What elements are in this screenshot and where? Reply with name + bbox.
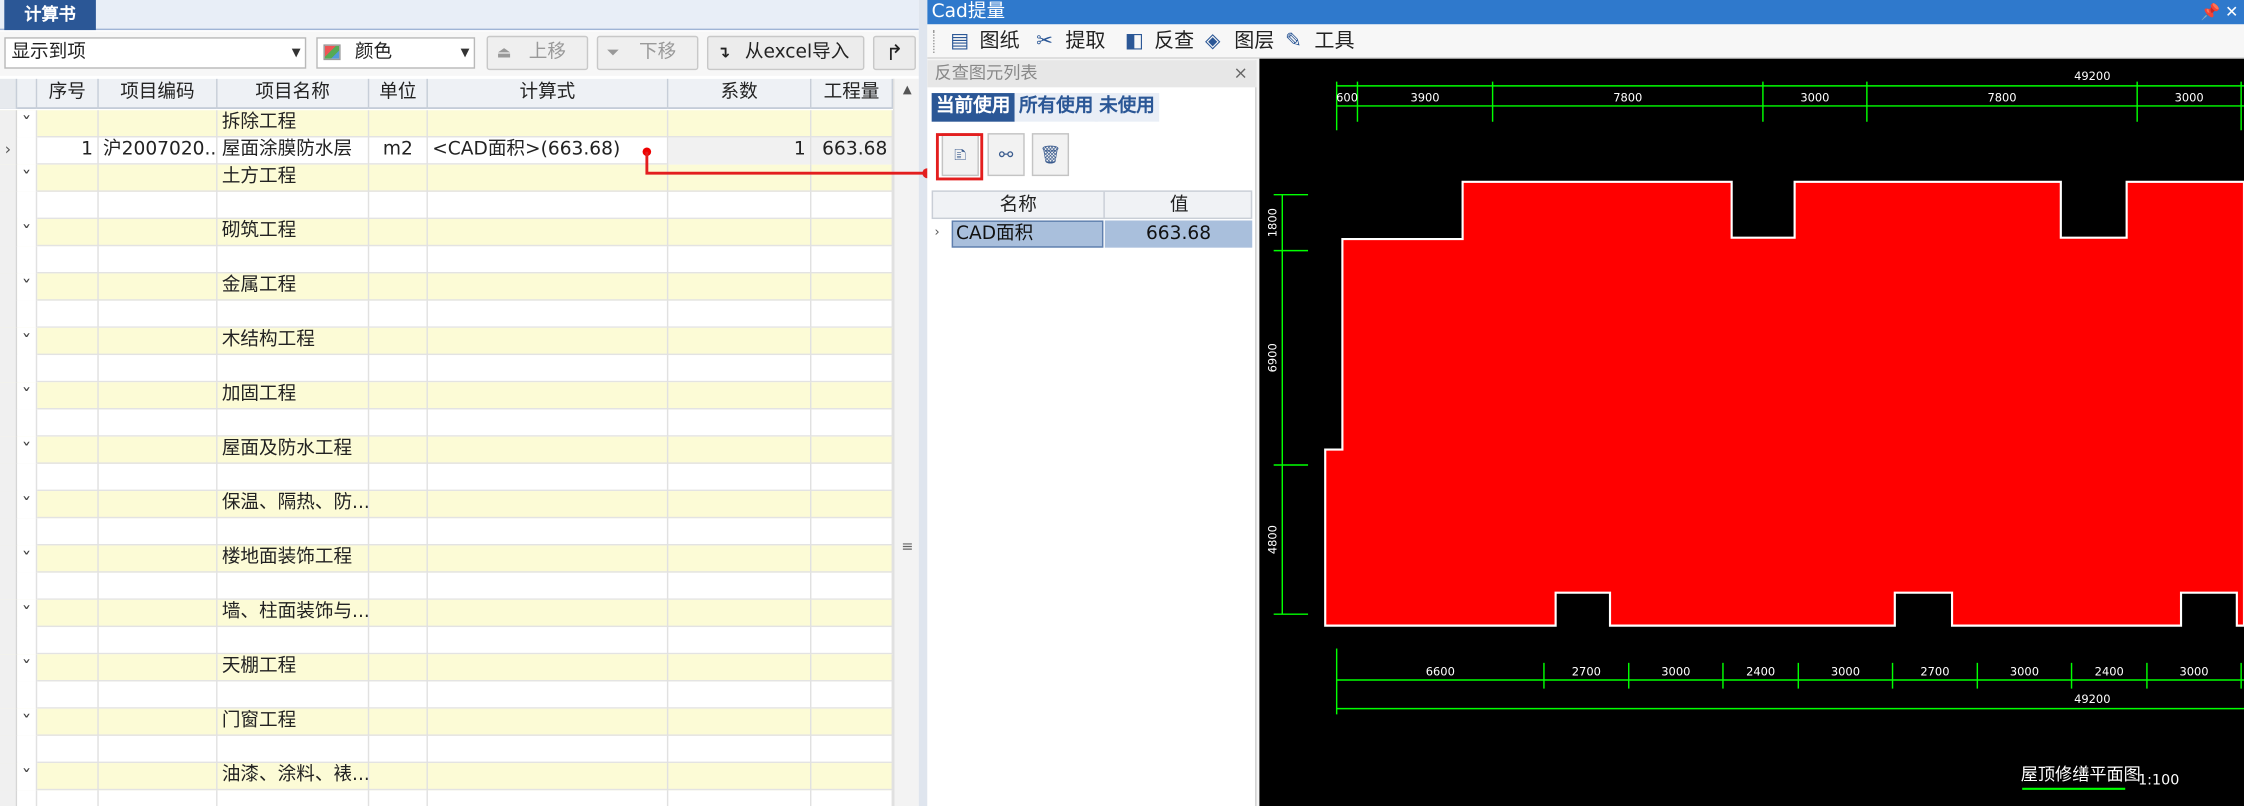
cad-window-title: Cad提量 [931, 1, 1006, 23]
tool-drawing-label: 图纸 [979, 30, 1020, 53]
dim-label: 3000 [2010, 665, 2039, 679]
col-header-value[interactable]: 值 [1105, 192, 1254, 219]
reverse-panel-titlebar: 反查图元列表 × [927, 60, 1257, 88]
tool-tools-label: 工具 [1314, 30, 1355, 53]
layers-icon: ◈ [1205, 30, 1221, 53]
dim-label: 2700 [1572, 665, 1601, 679]
delete-button[interactable]: 🗑 [1031, 133, 1070, 177]
col-header-name[interactable]: 名称 [933, 191, 1105, 220]
dim-label: 2400 [2095, 665, 2124, 679]
dim-total-label: 49200 [2074, 692, 2110, 706]
close-icon[interactable]: × [1234, 60, 1248, 87]
dim-label: 7800 [1987, 91, 2016, 105]
value-table-header: 名称 值 [931, 190, 1254, 220]
highlight-box [935, 133, 984, 181]
tool-layers-button[interactable]: ◈ 图层 [1205, 27, 1274, 56]
tab-unused[interactable]: 未使用 [1094, 93, 1160, 122]
tools-icon: ✎ [1285, 30, 1302, 53]
tab-current-use[interactable]: 当前使用 [931, 93, 1015, 122]
reverse-panel-title: 反查图元列表 [934, 62, 1038, 84]
cad-window: Cad提量 📌 ✕ ▤ 图纸 ✂ 提取 ◧ 反查 ◈ 图层 ✎ 工具 反查图元列… [927, 0, 2244, 806]
dim-label: 7800 [1613, 91, 1642, 105]
cad-drawing: 600 3900 7800 3000 7800 3000 49200 6600 2700 300… [1266, 69, 2244, 790]
row-value: 663.68 [1104, 220, 1253, 248]
top-dimensions: 600 3900 7800 3000 7800 3000 49200 [1335, 69, 2244, 131]
value-table-row[interactable]: › CAD面积 663.68 [932, 220, 1253, 248]
drawing-icon: ▤ [950, 30, 970, 53]
toolbar-grip [933, 30, 936, 53]
cad-canvas[interactable]: 600 3900 7800 3000 7800 3000 49200 6600 2700 300… [1259, 58, 2244, 806]
tool-layers-label: 图层 [1234, 30, 1275, 53]
dim-label: 3900 [1410, 91, 1439, 105]
dim-label: 3000 [2175, 91, 2204, 105]
dim-label: 3000 [1831, 665, 1860, 679]
reverse-check-icon: ◧ [1124, 30, 1144, 53]
dim-label: 6900 [1266, 343, 1280, 372]
dim-label: 2400 [1746, 665, 1775, 679]
cad-titlebar: Cad提量 📌 ✕ [927, 0, 2244, 25]
drawing-scale: 1:100 [2138, 773, 2179, 789]
extract-icon: ✂ [1036, 30, 1053, 53]
dim-label: 3000 [1800, 91, 1829, 105]
tab-all-use[interactable]: 所有使用 [1014, 93, 1098, 122]
binoculars-icon: ⚯ [998, 144, 1014, 165]
dim-total-label: 49200 [2074, 69, 2110, 83]
tool-reverse-check-label: 反查 [1154, 30, 1195, 53]
row-name: CAD面积 [951, 220, 1104, 248]
tool-reverse-check-button[interactable]: ◧ 反查 [1125, 27, 1194, 56]
app-root: 计算书 显示到项 ▼ 颜色 ▼ ⏏ 上移 ⏷ 下移 ↴ 从excel导入 ↱ 序… [0, 0, 2244, 806]
view-button[interactable]: ⚯ [987, 133, 1025, 177]
drawing-title: 屋顶修缮平面图 [2021, 765, 2141, 785]
dim-label: 2700 [1920, 665, 1949, 679]
roof-area-shape[interactable] [1324, 180, 2244, 627]
dim-label: 600 [1336, 91, 1358, 105]
tool-drawing-button[interactable]: ▤ 图纸 [950, 27, 1019, 56]
trash-icon: 🗑 [1039, 144, 1062, 165]
tool-tools-button[interactable]: ✎ 工具 [1285, 27, 1354, 56]
dim-label: 6600 [1426, 665, 1455, 679]
tool-extract-label: 提取 [1065, 30, 1106, 53]
tool-extract-button[interactable]: ✂ 提取 [1036, 27, 1105, 56]
left-dimensions: 1800 6900 4800 [1266, 193, 1309, 615]
chevron-right-icon[interactable]: › [935, 220, 940, 247]
dim-label: 4800 [1266, 525, 1280, 554]
window-controls[interactable]: 📌 ✕ [2200, 0, 2238, 24]
dim-label: 3000 [1661, 665, 1690, 679]
reverse-element-panel: 反查图元列表 × 当前使用 所有使用 未使用 🗈 ⚯ 🗑 名称 值 › CAD面… [927, 60, 1257, 806]
bottom-dimensions: 6600 2700 3000 2400 3000 2700 3000 2400 3000 4920… [1335, 648, 2244, 715]
cad-toolbar: ▤ 图纸 ✂ 提取 ◧ 反查 ◈ 图层 ✎ 工具 [927, 24, 2244, 59]
dim-label: 3000 [2179, 665, 2208, 679]
dim-label: 1800 [1266, 208, 1280, 237]
